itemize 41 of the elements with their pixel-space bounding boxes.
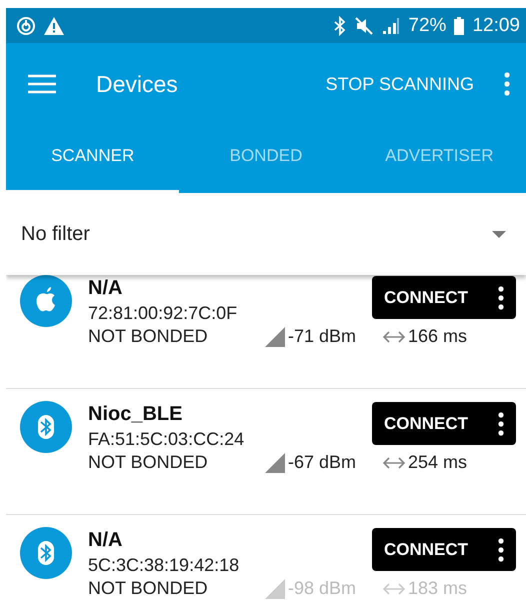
interval-value: 166 ms — [408, 326, 468, 347]
device-address: FA:51:5C:03:CC:24 — [88, 429, 244, 450]
battery-percent: 72% — [408, 14, 446, 36]
more-options-icon[interactable] — [498, 412, 504, 436]
device-address: 5C:3C:38:19:42:18 — [88, 555, 240, 576]
rssi-value: -67 dBm — [288, 452, 356, 473]
interval-value: 183 ms — [408, 578, 468, 599]
more-options-icon[interactable] — [498, 286, 504, 310]
device-name: N/A — [88, 277, 124, 300]
signal-strength-icon — [265, 578, 285, 598]
connect-button[interactable]: CONNECT — [372, 276, 516, 319]
filter-dropdown[interactable]: No filter — [21, 222, 492, 246]
connect-button[interactable]: CONNECT — [372, 528, 516, 571]
warning-icon — [44, 16, 64, 34]
battery-icon — [454, 16, 464, 34]
more-options-icon[interactable] — [498, 538, 504, 562]
bond-status: NOT BONDED — [88, 326, 209, 347]
device-name: Nioc_BLE — [88, 403, 184, 426]
signal-strength-icon — [265, 452, 285, 472]
bluetooth-icon — [20, 527, 72, 579]
bluetooth-icon — [334, 16, 346, 36]
dropdown-arrow-icon[interactable] — [492, 230, 506, 238]
signal-icon — [382, 16, 400, 34]
app-title: Devices — [96, 70, 179, 98]
device-name: N/A — [88, 529, 124, 552]
rssi-value: -98 dBm — [288, 578, 356, 599]
clock: 12:09 — [472, 14, 520, 36]
connect-button[interactable]: CONNECT — [372, 402, 516, 445]
double-arrow-icon — [383, 582, 405, 594]
signal-strength-icon — [265, 326, 285, 346]
double-arrow-icon — [383, 456, 405, 468]
rssi-value: -71 dBm — [288, 326, 356, 347]
bond-status: NOT BONDED — [88, 578, 209, 599]
bond-status: NOT BONDED — [88, 452, 209, 473]
device-address: 72:81:00:92:7C:0F — [88, 303, 238, 324]
bluetooth-icon — [20, 401, 72, 453]
interval-value: 254 ms — [408, 452, 468, 473]
mute-icon — [354, 16, 374, 36]
double-arrow-icon — [383, 330, 405, 342]
power-icon — [16, 16, 36, 36]
menu-icon[interactable] — [28, 74, 56, 94]
